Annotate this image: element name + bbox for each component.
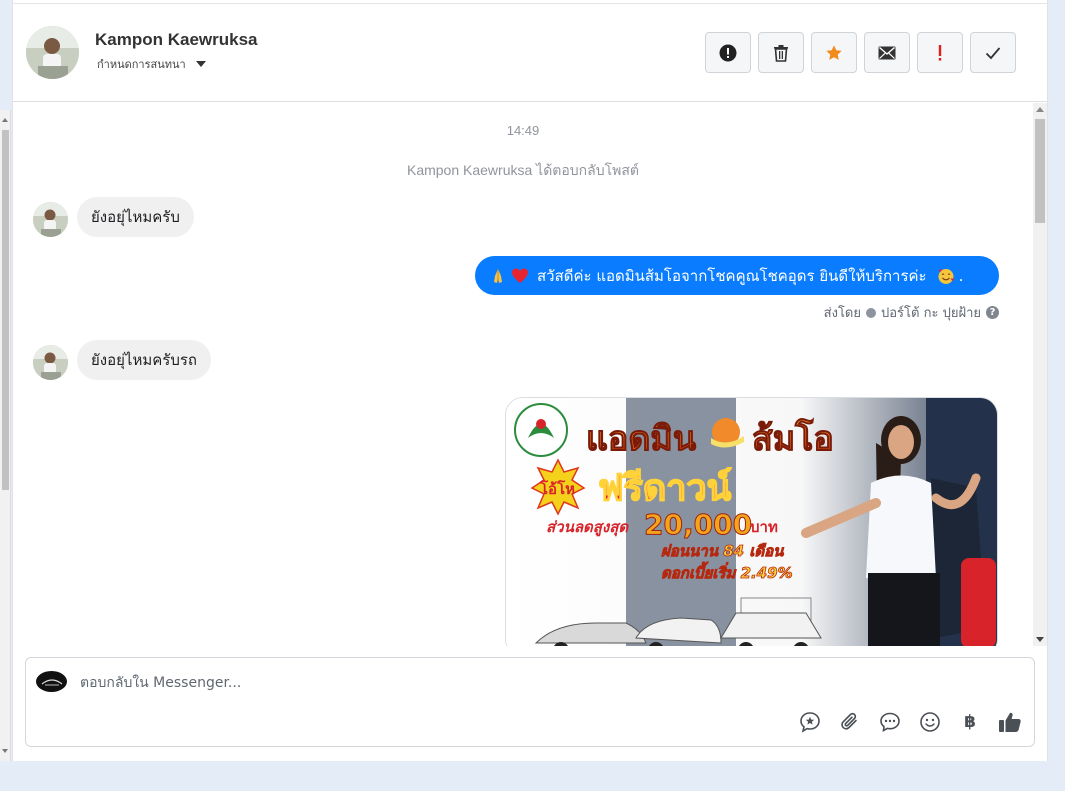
promo-discount-unit: บาท <box>750 518 778 536</box>
left-scrollbar[interactable] <box>0 110 11 761</box>
messenger-chat-button[interactable] <box>878 710 902 734</box>
assign-conversation-dropdown[interactable]: กำหนดการสนทนา <box>97 55 206 73</box>
message-suffix: . <box>958 266 964 285</box>
mark-done-button[interactable] <box>970 32 1016 73</box>
reply-input[interactable] <box>80 672 780 694</box>
emoji-button[interactable] <box>918 710 942 734</box>
thread-scrollbar[interactable] <box>1033 103 1047 646</box>
saved-reply-icon <box>800 712 820 733</box>
help-icon[interactable]: ? <box>986 306 999 319</box>
promo-free-down: ฟรีดาวน์ <box>598 467 732 509</box>
saved-reply-button[interactable] <box>798 710 822 734</box>
page-avatar <box>36 671 67 692</box>
star-icon <box>826 44 842 60</box>
thumbs-up-icon <box>999 712 1021 732</box>
chat-bubble-icon <box>880 712 900 732</box>
promo-image: แอดมิน ส้มโอ โอ้โห ฟรีดาวน์ ส่วนลดสูงสุด… <box>506 398 997 646</box>
header-actions <box>705 32 1016 73</box>
envelope-icon <box>878 46 896 59</box>
assign-label: กำหนดการสนทนา <box>97 58 186 71</box>
sent-by-info: ส่งโดย ปอร์โต้ กะ ปุยฝ้าย ? <box>824 302 999 323</box>
incoming-message[interactable]: ยังอยุ่ไหมครับรถ <box>77 340 211 380</box>
system-note: Kampon Kaewruksa ได้ตอบกลับโพสต์ <box>406 162 640 178</box>
promo-interest: ดอกเบี้ยเริ่ม 2.49% <box>661 561 793 582</box>
promo-discount-label: ส่วนลดสูงสุด <box>546 518 629 537</box>
trash-icon <box>774 44 788 62</box>
smiling-face-with-hearts-icon <box>938 268 954 284</box>
scrollbar-thumb[interactable] <box>1035 119 1045 223</box>
baht-icon: ฿ <box>964 712 976 732</box>
heart-icon <box>512 268 528 283</box>
star-button[interactable] <box>811 32 857 73</box>
smiley-icon <box>920 712 940 732</box>
attachment-icon <box>841 712 857 730</box>
caret-down-icon <box>195 61 206 67</box>
mark-unread-button[interactable] <box>864 32 910 73</box>
composer-tools: ฿ <box>798 710 1022 734</box>
promo-installment: ผ่อนนาน 84 เดือน <box>661 542 784 560</box>
exclamation-icon <box>938 44 942 61</box>
sent-by-name: ปอร์โต้ กะ ปุยฝ้าย <box>881 306 981 321</box>
promo-badge: โอ้โห <box>539 479 575 498</box>
outgoing-message-text: สวัสดีค่ะ แอดมินส้มโอจากโชคคูณโชคอุดร ยิ… <box>537 266 927 285</box>
follow-up-button[interactable] <box>917 32 963 73</box>
contact-avatar[interactable] <box>26 26 79 79</box>
promo-image-attachment[interactable]: แอดมิน ส้มโอ โอ้โห ฟรีดาวน์ ส่วนลดสูงสุด… <box>505 397 998 646</box>
incoming-message[interactable]: ยังอยุ่ไหมครับ <box>77 197 194 237</box>
promo-headline-1: แอดมิน <box>586 419 696 459</box>
verified-check-icon <box>866 307 876 318</box>
payment-button[interactable]: ฿ <box>958 710 982 734</box>
scrollbar-thumb[interactable] <box>2 130 9 490</box>
conversation-header: Kampon Kaewruksa กำหนดการสนทนา <box>13 4 1047 102</box>
contact-avatar[interactable] <box>33 345 68 380</box>
outgoing-message[interactable]: สวัสดีค่ะ แอดมินส้มโอจากโชคคูณโชคอุดร ยิ… <box>475 256 999 295</box>
contact-name: Kampon Kaewruksa <box>95 30 258 49</box>
exclamation-circle-icon <box>719 44 737 61</box>
scroll-up-arrow-icon[interactable] <box>2 118 8 122</box>
sent-by-label: ส่งโดย <box>823 306 861 321</box>
checkmark-icon <box>985 46 1001 59</box>
attach-file-button[interactable] <box>838 710 862 734</box>
report-spam-button[interactable] <box>705 32 751 73</box>
contact-avatar[interactable] <box>33 202 68 237</box>
praying-hands-icon <box>494 268 502 283</box>
scroll-down-arrow-icon[interactable] <box>1036 637 1044 642</box>
delete-button[interactable] <box>758 32 804 73</box>
message-timestamp: 14:49 <box>506 123 540 138</box>
conversation-panel: Kampon Kaewruksa กำหนดการสนทนา 14:49 Kam… <box>12 0 1048 761</box>
scroll-up-arrow-icon[interactable] <box>1036 107 1044 112</box>
like-button[interactable] <box>998 710 1022 734</box>
message-thread: 14:49 Kampon Kaewruksa ได้ตอบกลับโพสต์ ย… <box>13 103 1033 646</box>
promo-discount-value: 20,000 <box>644 508 752 541</box>
message-composer: ฿ <box>25 657 1035 747</box>
scroll-down-arrow-icon[interactable] <box>2 749 8 753</box>
promo-headline-2: ส้มโอ <box>752 418 834 459</box>
